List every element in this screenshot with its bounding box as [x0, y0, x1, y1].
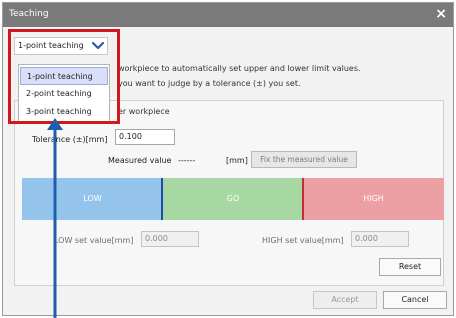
measured-value: ------ — [178, 156, 196, 165]
dialog-title: Teaching — [9, 9, 49, 19]
high-boundary-line — [302, 178, 304, 220]
teaching-mode-select[interactable]: 1-point teaching — [14, 37, 108, 55]
high-set-value-field[interactable]: 0.000 — [351, 231, 409, 247]
teaching-mode-dropdown: 1-point teaching 2-point teaching 3-poin… — [18, 64, 110, 122]
option-1-point-teaching[interactable]: 1-point teaching — [20, 67, 108, 85]
title-bar: Teaching × — [3, 3, 453, 27]
high-set-value-label: HIGH set value[mm] — [262, 236, 344, 245]
low-boundary-line — [161, 178, 163, 220]
high-zone: HIGH — [303, 178, 444, 220]
description-line-2: you want to judge by a tolerance (±) you… — [118, 79, 301, 88]
section-heading: er workpiece — [118, 107, 170, 116]
description-line-1: workpiece to automatically set upper and… — [118, 64, 361, 73]
measured-unit: [mm] — [226, 156, 248, 165]
up-arrow-annotation — [47, 118, 63, 318]
teaching-mode-value: 1-point teaching — [18, 41, 84, 50]
close-icon[interactable]: × — [435, 6, 447, 22]
reset-button[interactable]: Reset — [379, 258, 441, 276]
low-set-value-field[interactable]: 0.000 — [141, 231, 199, 247]
option-2-point-teaching[interactable]: 2-point teaching — [20, 85, 108, 103]
accept-button[interactable]: Accept — [313, 291, 377, 309]
fix-measured-value-button[interactable]: Fix the measured value — [251, 151, 357, 168]
chevron-down-icon[interactable] — [92, 41, 104, 51]
cancel-button[interactable]: Cancel — [383, 291, 447, 309]
go-zone: GO — [163, 178, 303, 220]
measured-value-label: Measured value — [108, 156, 172, 165]
tolerance-input[interactable]: 0.100 — [115, 129, 175, 145]
